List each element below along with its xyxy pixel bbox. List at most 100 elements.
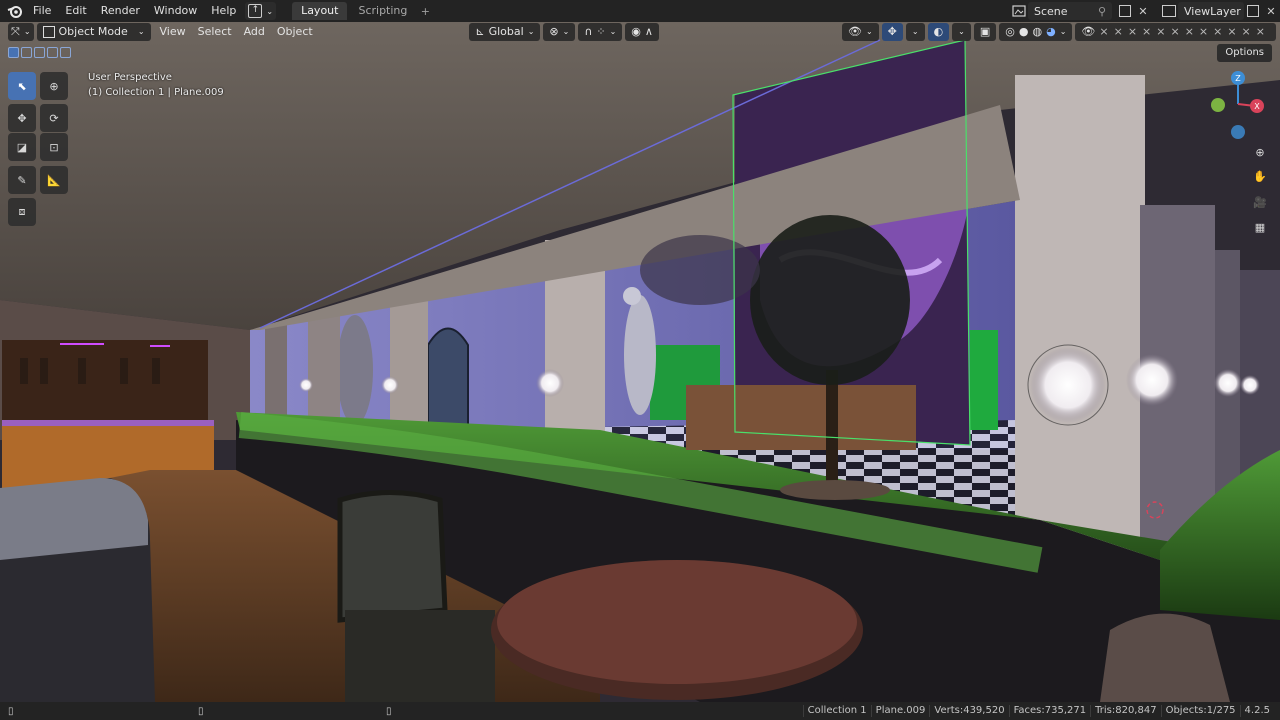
scene-icon[interactable] xyxy=(1010,2,1028,20)
falloff-icon: ∧ xyxy=(644,25,653,38)
add-workspace-icon[interactable]: + xyxy=(416,5,434,18)
status-objects: Objects:1/275 xyxy=(1160,705,1240,717)
camera-icon[interactable]: 🎥 xyxy=(1249,191,1271,213)
select-intersect-icon[interactable] xyxy=(60,47,71,58)
viewport-render xyxy=(0,22,1280,702)
measure-icon: 📐 xyxy=(47,173,61,187)
mouse-middle-icon: ▯ xyxy=(198,705,204,717)
grid-icon[interactable]: ▦ xyxy=(1249,216,1271,238)
gizmo-icon: ✥ xyxy=(887,25,897,38)
blender-logo-icon[interactable] xyxy=(4,0,26,22)
editor-type-dropdown[interactable]: ⤧ ⌄ xyxy=(8,23,34,41)
move-tool[interactable]: ✥ xyxy=(8,104,36,132)
status-collection: Collection 1 xyxy=(802,705,871,717)
proportional-icon: ◉ xyxy=(631,25,641,38)
rendered-shading-icon[interactable]: ◕ xyxy=(1046,23,1056,41)
transform-icon: ⤧ xyxy=(11,25,20,38)
new-scene-icon[interactable] xyxy=(1116,2,1134,20)
menu-select[interactable]: Select xyxy=(192,23,238,41)
view-layer-name: ViewLayer xyxy=(1184,4,1241,18)
zoom-icon[interactable]: ⊕ xyxy=(1249,141,1271,163)
proportional-edit-button[interactable]: ◉ ∧ xyxy=(625,23,659,41)
mode-dropdown[interactable]: Object Mode ⌄ xyxy=(36,23,151,41)
gizmo-toggle[interactable]: ✥ xyxy=(881,23,903,41)
delete-scene-icon[interactable]: ✕ xyxy=(1134,2,1152,20)
menu-render[interactable]: Render xyxy=(94,0,147,22)
new-view-layer-icon[interactable] xyxy=(1244,2,1262,20)
rotate-icon: ⟳ xyxy=(49,111,59,125)
svg-text:Z: Z xyxy=(1235,74,1241,83)
select-box-tool[interactable]: ⬉ xyxy=(8,72,36,100)
annotate-tool[interactable]: ✎ xyxy=(8,166,36,194)
move-icon: ✥ xyxy=(17,111,27,125)
navigation-gizmo[interactable]: Z X xyxy=(1200,66,1274,142)
cursor-tool[interactable]: ⊕ xyxy=(40,72,68,100)
material-shading-icon[interactable]: ◍ xyxy=(1033,23,1043,41)
rotate-tool[interactable]: ⟳ xyxy=(40,104,68,132)
transform-icon: ⊡ xyxy=(49,140,59,154)
mouse-right-icon: ▯ xyxy=(386,705,392,717)
overlays-toggle[interactable]: ◐ xyxy=(927,23,950,41)
menu-object[interactable]: Object xyxy=(271,23,319,41)
add-cube-tool[interactable]: ⧈ xyxy=(8,198,36,226)
select-extend-icon[interactable] xyxy=(21,47,32,58)
gizmo-dropdown[interactable]: ⌄ xyxy=(905,23,925,41)
shading-buttons[interactable]: ◎ ● ◍ ◕ ⌄ xyxy=(999,23,1073,41)
mouse-left-icon: ▯ xyxy=(8,705,14,717)
annotate-icon: ✎ xyxy=(17,173,27,187)
select-mode-buttons xyxy=(8,47,71,58)
visibility-dropdown[interactable]: 👁 ⌄ xyxy=(841,23,879,41)
mode-label: Object Mode xyxy=(58,25,128,38)
eye-icon[interactable]: 👁 xyxy=(1081,23,1095,41)
orientation-dropdown[interactable]: ⊾ Global ⌄ xyxy=(469,23,541,41)
menu-help[interactable]: Help xyxy=(204,0,243,22)
viewport-header: ⤧ ⌄ Object Mode ⌄ View Select Add Object … xyxy=(0,22,1280,42)
scale-tool[interactable]: ◪ xyxy=(8,133,36,161)
menu-window[interactable]: Window xyxy=(147,0,204,22)
eye-icon: 👁 xyxy=(847,25,862,38)
hand-icon[interactable]: ✋ xyxy=(1249,165,1271,187)
select-box-icon: ⬉ xyxy=(17,79,27,93)
select-invert-icon[interactable] xyxy=(47,47,58,58)
options-button[interactable]: Options xyxy=(1217,44,1272,62)
collection-visibility-row[interactable]: 👁 ⨯⨯⨯⨯⨯⨯⨯⨯⨯⨯⨯⨯ xyxy=(1075,23,1276,41)
add-cube-icon: ⧈ xyxy=(18,205,26,218)
tab-scripting[interactable]: Scripting xyxy=(349,2,416,20)
pivot-dropdown[interactable]: ⊗ ⌄ xyxy=(543,23,576,41)
menu-edit[interactable]: Edit xyxy=(58,0,93,22)
active-object-label: (1) Collection 1 | Plane.009 xyxy=(88,87,224,98)
top-bar: File Edit Render Window Help ↑ ⌄ Layout … xyxy=(0,0,1280,22)
tab-layout[interactable]: Layout xyxy=(292,2,348,20)
workspace-export-dropdown[interactable]: ↑ ⌄ xyxy=(245,2,277,20)
y-axis-icon xyxy=(1211,98,1225,112)
chevron-down-icon: ⌄ xyxy=(137,27,145,36)
delete-view-layer-icon[interactable]: ✕ xyxy=(1262,2,1280,20)
snap-grid-icon: ⁘ xyxy=(596,25,606,38)
wireframe-shading-icon[interactable]: ◎ xyxy=(1005,23,1015,41)
status-tris: Tris:820,847 xyxy=(1090,705,1160,717)
select-subtract-icon[interactable] xyxy=(34,47,45,58)
transform-tool[interactable]: ⊡ xyxy=(40,133,68,161)
svg-text:X: X xyxy=(1254,102,1260,111)
view-layer-selector[interactable]: ViewLayer xyxy=(1178,2,1244,20)
3d-viewport[interactable] xyxy=(0,22,1280,702)
status-object: Plane.009 xyxy=(870,705,930,717)
scale-icon: ◪ xyxy=(16,140,28,154)
upload-icon: ↑ xyxy=(248,4,263,18)
xray-toggle[interactable]: ▣ xyxy=(973,23,997,41)
magnet-icon: ∩ xyxy=(584,25,593,38)
pivot-icon: ⊗ xyxy=(549,25,559,38)
measure-tool[interactable]: 📐 xyxy=(40,166,68,194)
menu-add[interactable]: Add xyxy=(238,23,271,41)
menu-view[interactable]: View xyxy=(154,23,192,41)
orientation-label: Global xyxy=(488,25,524,38)
pin-icon[interactable]: ⚲ xyxy=(1098,5,1106,18)
solid-shading-icon[interactable]: ● xyxy=(1019,23,1029,41)
snap-dropdown[interactable]: ∩ ⁘ ⌄ xyxy=(578,23,623,41)
overlays-dropdown[interactable]: ⌄ xyxy=(952,23,971,41)
scene-selector[interactable]: Scene ⚲ xyxy=(1028,2,1112,20)
menu-file[interactable]: File xyxy=(26,0,58,22)
select-new-icon[interactable] xyxy=(8,47,19,58)
status-verts: Verts:439,520 xyxy=(929,705,1008,717)
view-layer-icon[interactable] xyxy=(1160,2,1178,20)
